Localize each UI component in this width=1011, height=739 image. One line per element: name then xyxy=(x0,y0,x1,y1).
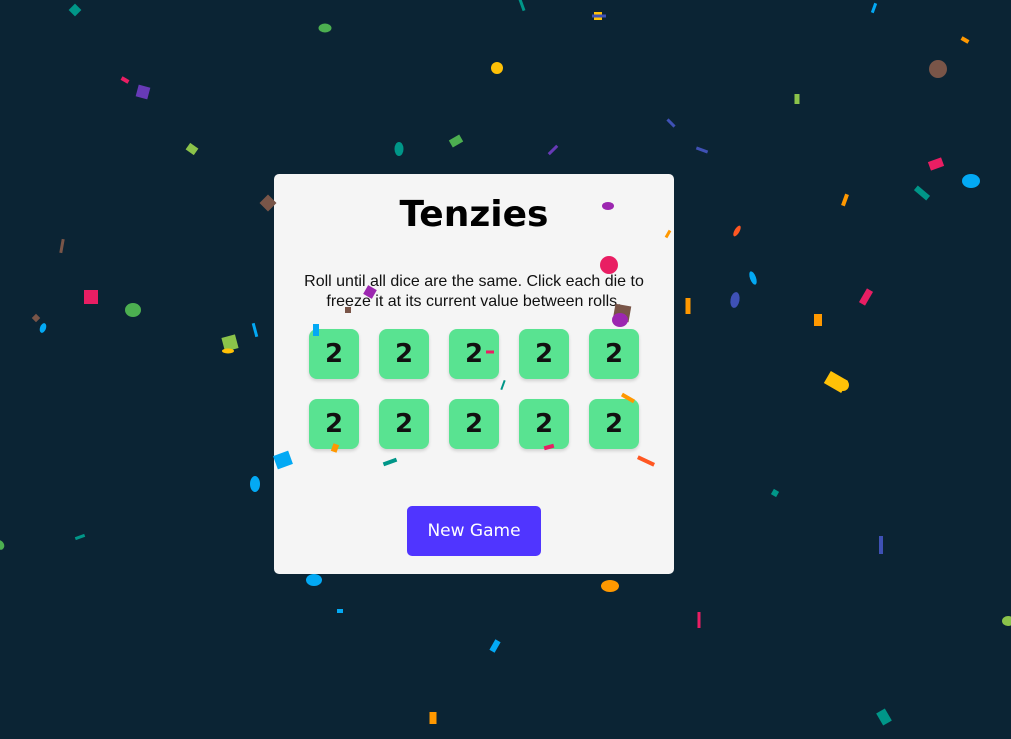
confetti-piece xyxy=(448,134,464,148)
confetti-piece xyxy=(74,533,86,541)
confetti-piece xyxy=(823,370,849,394)
confetti-piece xyxy=(927,157,945,171)
confetti-piece xyxy=(913,185,931,201)
confetti-piece xyxy=(770,488,780,498)
confetti-piece xyxy=(185,142,199,156)
confetti-piece xyxy=(547,144,559,156)
die-1[interactable]: 2 xyxy=(309,329,359,379)
confetti-piece xyxy=(876,708,892,726)
die-5[interactable]: 2 xyxy=(589,329,639,379)
confetti-piece xyxy=(962,174,980,188)
new-game-button[interactable]: New Game xyxy=(407,506,541,556)
confetti-piece xyxy=(337,609,343,613)
confetti-piece xyxy=(794,94,800,104)
confetti-piece xyxy=(120,76,130,84)
die-9[interactable]: 2 xyxy=(519,399,569,449)
game-title: Tenzies xyxy=(399,194,549,235)
die-2[interactable]: 2 xyxy=(379,329,429,379)
confetti-piece xyxy=(222,348,234,354)
confetti-piece xyxy=(594,12,602,20)
confetti-piece xyxy=(68,3,82,17)
confetti-piece xyxy=(592,14,606,18)
confetti-piece xyxy=(841,193,849,207)
confetti-piece xyxy=(250,476,260,492)
confetti-piece xyxy=(730,292,740,308)
confetti-piece xyxy=(749,271,757,285)
confetti-piece xyxy=(879,536,883,554)
confetti-piece xyxy=(695,146,709,154)
confetti-piece xyxy=(685,298,691,314)
die-4[interactable]: 2 xyxy=(519,329,569,379)
confetti-piece xyxy=(84,290,98,304)
confetti-piece xyxy=(31,313,41,323)
confetti-piece xyxy=(733,225,741,237)
dice-grid: 2 2 2 2 2 2 2 2 2 2 xyxy=(309,329,639,449)
die-3[interactable]: 2 xyxy=(449,329,499,379)
confetti-piece xyxy=(858,288,874,306)
confetti-piece xyxy=(929,60,947,78)
game-card: Tenzies Roll until all dice are the same… xyxy=(274,174,674,574)
confetti-piece xyxy=(394,142,404,156)
die-10[interactable]: 2 xyxy=(589,399,639,449)
confetti-piece xyxy=(251,322,259,338)
confetti-piece xyxy=(306,574,322,586)
confetti-piece xyxy=(491,62,503,74)
confetti-piece xyxy=(39,323,47,333)
confetti-piece xyxy=(518,0,526,12)
die-7[interactable]: 2 xyxy=(379,399,429,449)
confetti-piece xyxy=(489,639,501,653)
confetti-piece xyxy=(0,540,5,550)
confetti-piece xyxy=(221,334,239,352)
confetti-piece xyxy=(837,379,849,391)
confetti-piece xyxy=(870,2,878,14)
confetti-piece xyxy=(814,314,822,326)
die-6[interactable]: 2 xyxy=(309,399,359,449)
confetti-piece xyxy=(697,612,701,628)
confetti-piece xyxy=(960,36,970,44)
confetti-piece xyxy=(666,118,676,128)
confetti-piece xyxy=(318,23,332,33)
confetti-piece xyxy=(59,238,65,254)
confetti-piece xyxy=(429,712,437,724)
confetti-piece xyxy=(1002,616,1011,626)
confetti-piece xyxy=(135,84,151,100)
game-instructions: Roll until all dice are the same. Click … xyxy=(304,273,644,310)
die-8[interactable]: 2 xyxy=(449,399,499,449)
confetti-piece xyxy=(601,580,619,592)
confetti-piece xyxy=(125,303,141,317)
